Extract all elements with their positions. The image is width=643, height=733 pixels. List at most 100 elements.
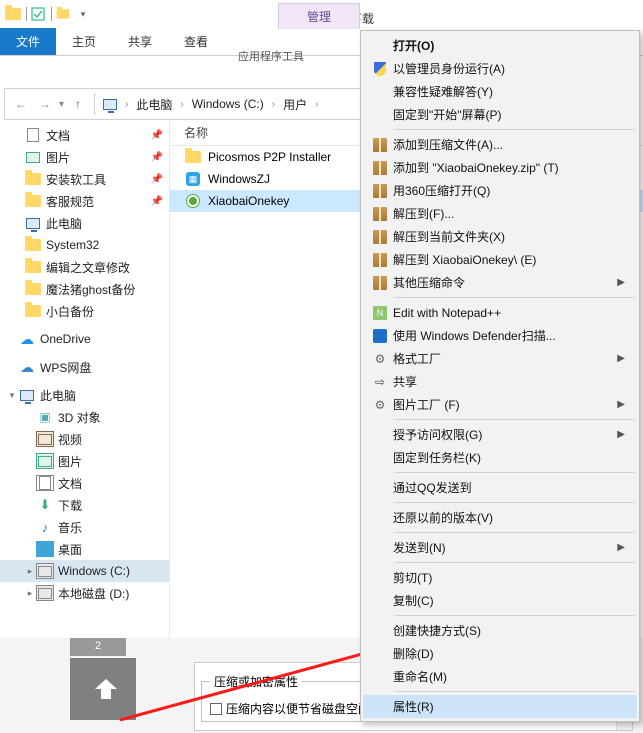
folder-small-icon[interactable] bbox=[54, 5, 72, 23]
menu-item[interactable]: 还原以前的版本(V) bbox=[363, 506, 637, 529]
menu-item[interactable]: ⇨共享 bbox=[363, 370, 637, 393]
item-icon bbox=[36, 453, 54, 469]
menu-item-icon bbox=[367, 622, 393, 640]
menu-item[interactable]: 删除(D) bbox=[363, 642, 637, 665]
menu-item-label: 添加到压缩文件(A)... bbox=[393, 136, 625, 153]
menu-item-icon bbox=[367, 182, 393, 200]
panel-tab[interactable]: 2 bbox=[70, 638, 126, 656]
expand-icon[interactable]: ▾ bbox=[6, 390, 18, 401]
menu-item[interactable]: 通过QQ发送到 bbox=[363, 476, 637, 499]
group-label: 压缩或加密属性 bbox=[210, 673, 302, 690]
breadcrumb-seg-drive[interactable]: Windows (C:) bbox=[188, 97, 268, 111]
tab-home[interactable]: 主页 bbox=[56, 28, 112, 55]
menu-item[interactable]: 兼容性疑难解答(Y) bbox=[363, 80, 637, 103]
menu-item[interactable]: 解压到(F)... bbox=[363, 202, 637, 225]
sidebar-pc-item[interactable]: ▸ 本地磁盘 (D:) bbox=[0, 582, 169, 604]
sidebar-pc-item[interactable]: 图片 bbox=[0, 450, 169, 472]
menu-item[interactable]: NEdit with Notepad++ bbox=[363, 301, 637, 324]
menu-item[interactable]: 以管理员身份运行(A) bbox=[363, 57, 637, 80]
menu-item[interactable]: 剪切(T) bbox=[363, 566, 637, 589]
sidebar-quick-item[interactable]: 图片📌 bbox=[0, 146, 169, 168]
menu-item[interactable]: 固定到任务栏(K) bbox=[363, 446, 637, 469]
breadcrumb-seg-thispc[interactable]: 此电脑 bbox=[132, 96, 176, 113]
menu-item-label: 固定到"开始"屏幕(P) bbox=[393, 106, 625, 123]
menu-item-icon bbox=[367, 37, 393, 55]
tab-manage[interactable]: 管理 bbox=[278, 3, 360, 29]
menu-item[interactable]: 解压到 XiaobaiOnekey\ (E) bbox=[363, 248, 637, 271]
sidebar-quick-item[interactable]: System32 bbox=[0, 234, 169, 256]
menu-item[interactable]: 创建快捷方式(S) bbox=[363, 619, 637, 642]
chevron-right-icon[interactable]: › bbox=[268, 99, 279, 110]
item-label: 本地磁盘 (D:) bbox=[58, 585, 169, 602]
sidebar-quick-item[interactable]: 魔法猪ghost备份 bbox=[0, 278, 169, 300]
menu-item[interactable]: 固定到"开始"屏幕(P) bbox=[363, 103, 637, 126]
menu-item[interactable]: 其他压缩命令▶ bbox=[363, 271, 637, 294]
expand-icon[interactable]: ▸ bbox=[24, 588, 36, 599]
chevron-right-icon[interactable]: › bbox=[176, 99, 187, 110]
menu-item-label: 用360压缩打开(Q) bbox=[393, 182, 625, 199]
sidebar-onedrive[interactable]: ☁OneDrive bbox=[0, 328, 169, 350]
menu-item[interactable]: 授予访问权限(G)▶ bbox=[363, 423, 637, 446]
pin-icon: 📌 bbox=[151, 174, 163, 185]
item-icon bbox=[24, 127, 42, 143]
menu-item[interactable]: ⚙格式工厂▶ bbox=[363, 347, 637, 370]
menu-item[interactable]: 属性(R) bbox=[363, 695, 637, 718]
sidebar-quick-item[interactable]: 文档📌 bbox=[0, 124, 169, 146]
menu-item[interactable]: 重命名(M) bbox=[363, 665, 637, 688]
menu-item[interactable]: 复制(C) bbox=[363, 589, 637, 612]
chevron-right-icon[interactable]: › bbox=[311, 99, 322, 110]
pin-icon: 📌 bbox=[151, 152, 163, 163]
file-icon: ▦ bbox=[184, 171, 202, 187]
menu-item[interactable]: 用360压缩打开(Q) bbox=[363, 179, 637, 202]
menu-item[interactable]: ⚙图片工厂 (F)▶ bbox=[363, 393, 637, 416]
compress-checkbox-label: 压缩内容以便节省磁盘空间 bbox=[226, 700, 370, 717]
menu-item-label: 发送到(N) bbox=[393, 539, 617, 556]
menu-item[interactable]: 使用 Windows Defender扫描... bbox=[363, 324, 637, 347]
menu-item-icon bbox=[367, 592, 393, 610]
menu-item-icon bbox=[367, 228, 393, 246]
menu-item-icon bbox=[367, 569, 393, 587]
item-icon bbox=[24, 193, 42, 209]
item-icon: ♪ bbox=[36, 519, 54, 535]
menu-item-icon bbox=[367, 60, 393, 78]
sidebar-pc-item[interactable]: ⬇下载 bbox=[0, 494, 169, 516]
nav-up-icon[interactable]: ↑ bbox=[66, 92, 90, 116]
sidebar-pc-item[interactable]: ▣3D 对象 bbox=[0, 406, 169, 428]
sidebar-pc-item[interactable]: 桌面 bbox=[0, 538, 169, 560]
expand-icon[interactable]: ▸ bbox=[24, 566, 36, 577]
tab-share[interactable]: 共享 bbox=[112, 28, 168, 55]
chevron-right-icon[interactable]: › bbox=[121, 99, 132, 110]
sidebar-wps[interactable]: ☁WPS网盘 bbox=[0, 356, 169, 378]
submenu-arrow-icon: ▶ bbox=[617, 542, 625, 553]
menu-item[interactable]: 发送到(N)▶ bbox=[363, 536, 637, 559]
tab-view[interactable]: 查看 bbox=[168, 28, 224, 55]
sidebar-pc-item[interactable]: 文档 bbox=[0, 472, 169, 494]
item-label: 音乐 bbox=[58, 519, 169, 536]
item-icon bbox=[18, 387, 36, 403]
nav-recent-dropdown-icon[interactable]: ▾ bbox=[57, 99, 66, 110]
item-label: WPS网盘 bbox=[40, 359, 169, 376]
file-name: WindowsZJ bbox=[208, 172, 270, 186]
breadcrumb-seg-users[interactable]: 用户 bbox=[279, 96, 311, 113]
sidebar-thispc[interactable]: ▾此电脑 bbox=[0, 384, 169, 406]
sidebar-quick-item[interactable]: 此电脑 bbox=[0, 212, 169, 234]
tab-file[interactable]: 文件 bbox=[0, 28, 56, 55]
menu-item[interactable]: 解压到当前文件夹(X) bbox=[363, 225, 637, 248]
sidebar-pc-item[interactable]: ▸Windows (C:) bbox=[0, 560, 169, 582]
nav-back-icon[interactable]: ← bbox=[9, 92, 33, 116]
menu-separator bbox=[395, 562, 635, 563]
item-label: 编辑之文章修改 bbox=[46, 259, 169, 276]
compress-checkbox[interactable] bbox=[210, 703, 222, 715]
qat-dropdown-icon[interactable]: ▾ bbox=[74, 5, 92, 23]
sidebar-pc-item[interactable]: ♪音乐 bbox=[0, 516, 169, 538]
sidebar-quick-item[interactable]: 编辑之文章修改 bbox=[0, 256, 169, 278]
menu-item[interactable]: 添加到 "XiaobaiOnekey.zip" (T) bbox=[363, 156, 637, 179]
sidebar-quick-item[interactable]: 客服规范📌 bbox=[0, 190, 169, 212]
menu-item[interactable]: 打开(O) bbox=[363, 34, 637, 57]
sidebar-pc-item[interactable]: 视频 bbox=[0, 428, 169, 450]
sidebar-quick-item[interactable]: 安装软工具📌 bbox=[0, 168, 169, 190]
menu-item[interactable]: 添加到压缩文件(A)... bbox=[363, 133, 637, 156]
breadcrumb-pc-icon[interactable] bbox=[99, 99, 121, 110]
sidebar-quick-item[interactable]: 小白备份 bbox=[0, 300, 169, 322]
checkbox-icon[interactable] bbox=[29, 5, 47, 23]
